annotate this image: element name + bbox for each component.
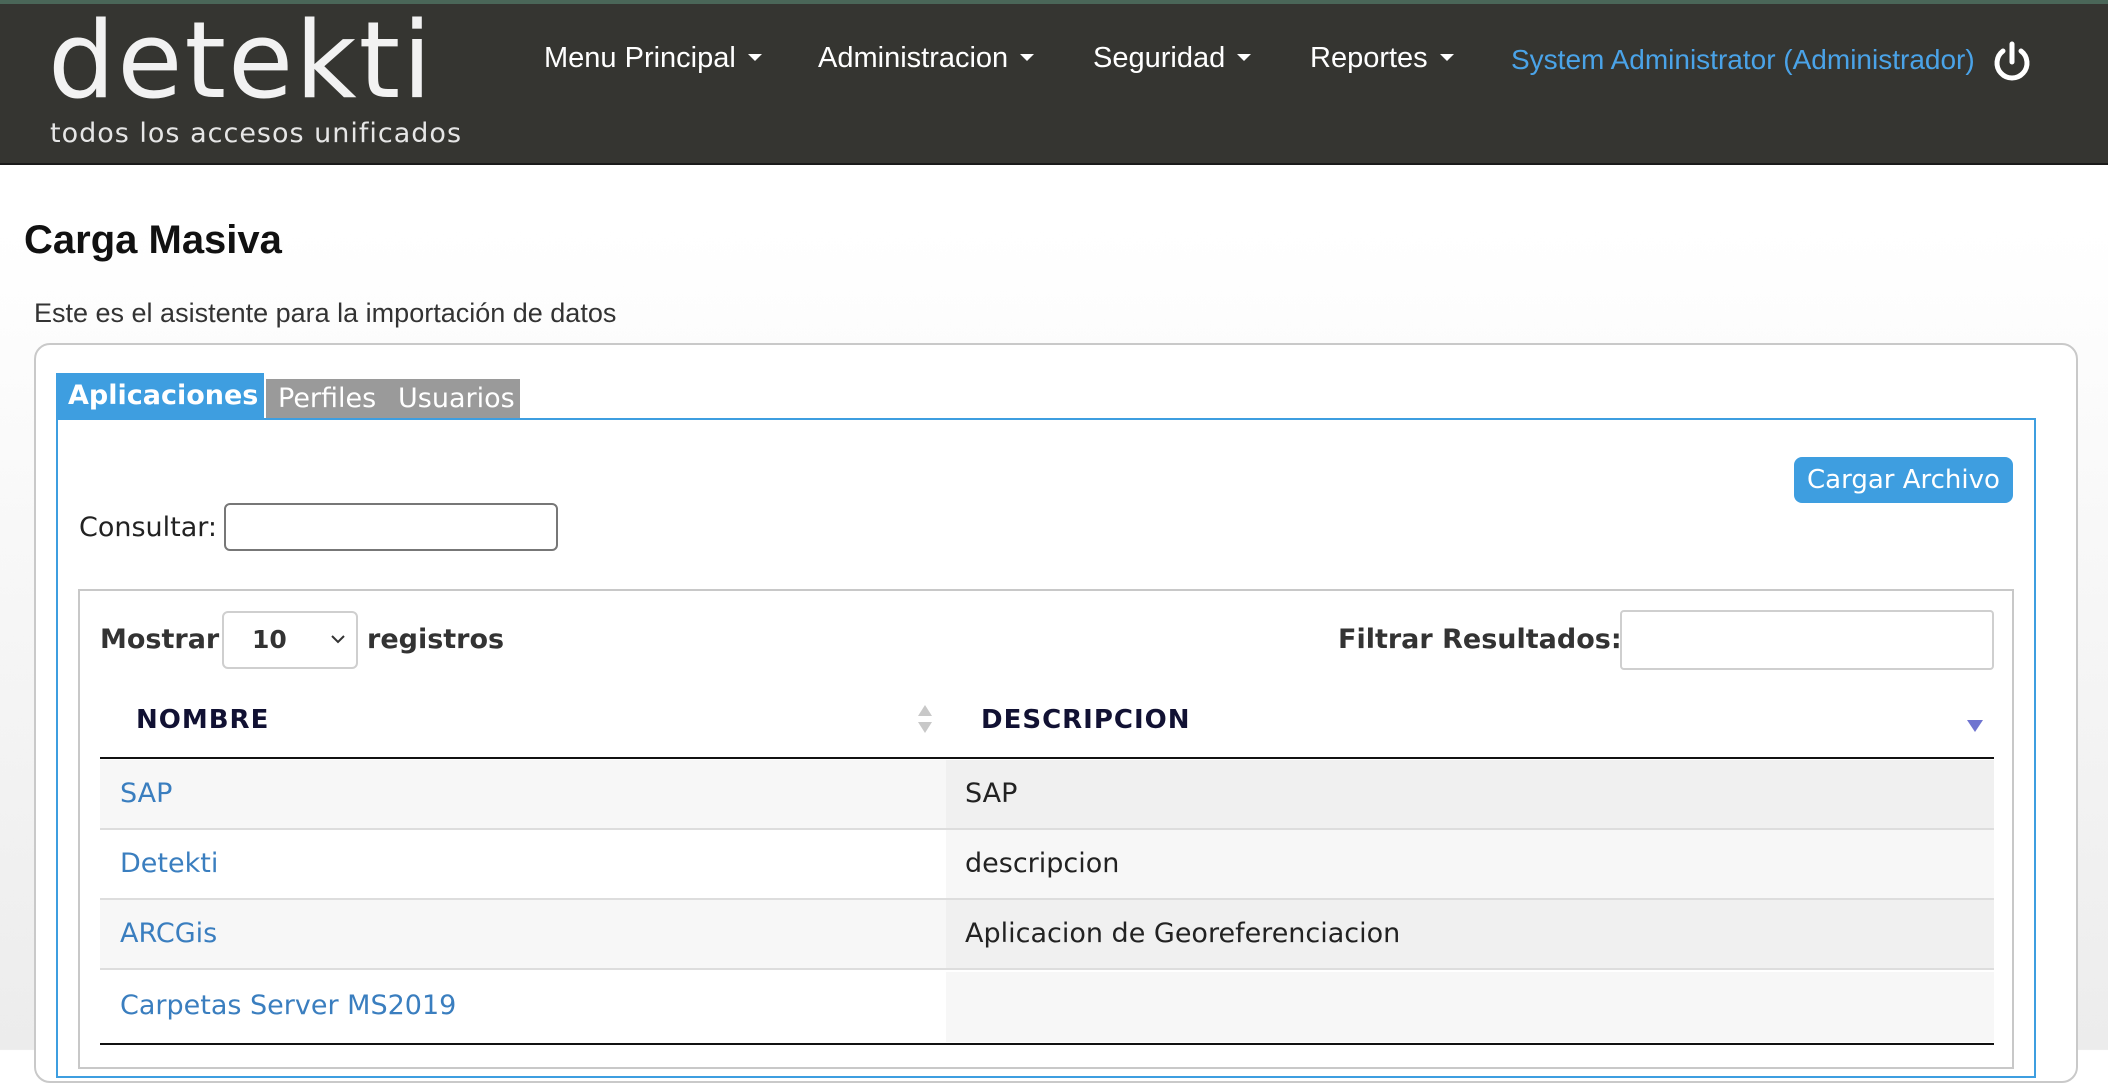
nav-label: Menu Principal <box>544 42 736 74</box>
app-description: Aplicacion de Georeferenciacion <box>946 900 1994 968</box>
page-length-suffix: registros <box>367 624 505 655</box>
nav-seguridad[interactable]: Seguridad <box>1093 42 1252 75</box>
nav-menu-principal[interactable]: Menu Principal <box>544 42 762 75</box>
caret-down-icon <box>1439 53 1454 61</box>
nav-label: Seguridad <box>1093 42 1226 74</box>
table-row: Carpetas Server MS2019 <box>100 972 1994 1042</box>
caret-down-icon <box>1237 53 1252 61</box>
page-length-value: 10 <box>252 625 287 654</box>
app-name-link[interactable]: ARCGis <box>100 900 946 968</box>
page-length-prefix: Mostrar <box>100 624 220 655</box>
page-length-select[interactable]: 10 <box>222 611 358 669</box>
logo-wordmark: detekti <box>48 0 434 122</box>
nav-label: Reportes <box>1310 42 1428 74</box>
table-row: Detekti descripcion <box>100 830 1994 900</box>
table-row: ARCGis Aplicacion de Georeferenciacion <box>100 900 1994 970</box>
app-description <box>946 972 1994 1042</box>
page-title: Carga Masiva <box>24 218 282 262</box>
sort-desc-icon[interactable] <box>1966 719 1984 733</box>
filter-results-input[interactable] <box>1620 610 1994 670</box>
app-name-link[interactable]: SAP <box>100 760 946 828</box>
column-header-descripcion[interactable]: DESCRIPCION <box>981 705 1191 735</box>
tab-aplicaciones[interactable]: Aplicaciones <box>56 373 264 419</box>
consult-label: Consultar: <box>79 512 218 543</box>
app-description: descripcion <box>946 830 1994 898</box>
caret-down-icon <box>747 53 762 61</box>
detekti-logo[interactable]: detekti todos los accesos unificados <box>48 8 488 152</box>
power-icon[interactable] <box>1990 40 2034 84</box>
table-row: SAP SAP <box>100 760 1994 830</box>
tab-usuarios[interactable]: Usuarios <box>386 379 520 419</box>
user-profile-link[interactable]: System Administrator (Administrador) <box>1511 44 1975 76</box>
chevron-down-icon <box>331 635 345 644</box>
page-subtitle: Este es el asistente para la importación… <box>34 298 617 328</box>
logo-tagline: todos los accesos unificados <box>50 118 463 149</box>
top-navbar: detekti todos los accesos unificados Men… <box>0 0 2108 165</box>
filter-label: Filtrar Resultados: <box>1338 624 1622 655</box>
nav-label: Administracion <box>818 42 1009 74</box>
consult-input[interactable] <box>224 503 558 551</box>
nav-administracion[interactable]: Administracion <box>818 42 1035 75</box>
app-name-link[interactable]: Carpetas Server MS2019 <box>100 972 946 1042</box>
table-header-rule <box>100 757 1994 759</box>
app-name-link[interactable]: Detekti <box>100 830 946 898</box>
column-header-nombre[interactable]: NOMBRE <box>136 705 269 735</box>
nav-reportes[interactable]: Reportes <box>1310 42 1454 75</box>
sort-both-icon[interactable] <box>916 703 934 735</box>
table-bottom-rule <box>100 1043 1994 1045</box>
upload-file-button[interactable]: Cargar Archivo <box>1794 457 2013 503</box>
caret-down-icon <box>1020 53 1035 61</box>
app-description: SAP <box>946 760 1994 828</box>
